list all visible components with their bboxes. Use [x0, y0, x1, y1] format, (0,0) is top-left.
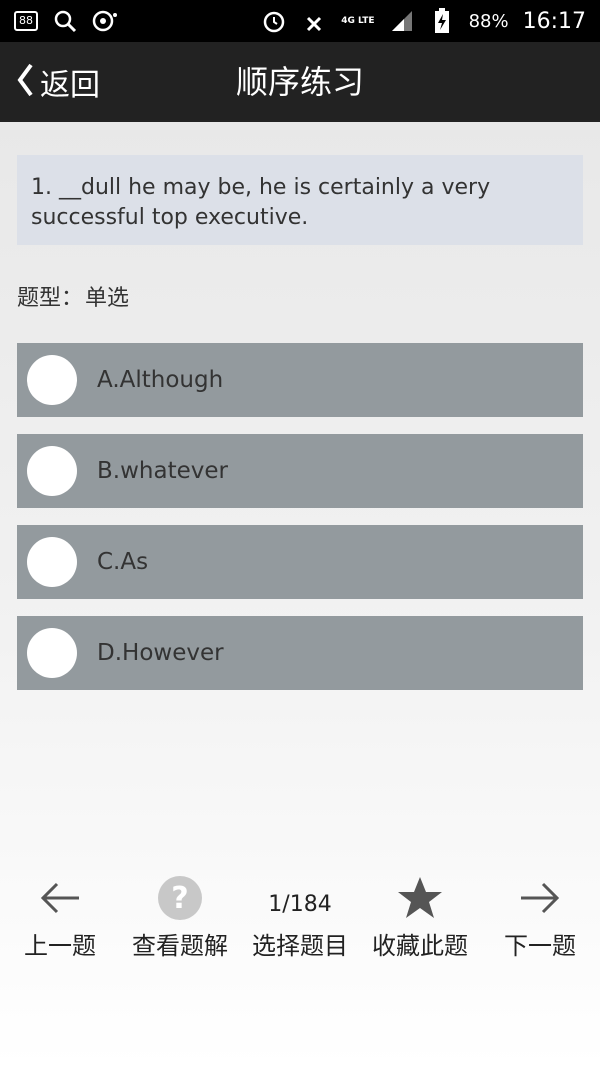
- question-type-label: 题型：: [17, 286, 84, 311]
- prev-question-button[interactable]: 上一题: [0, 870, 120, 970]
- favorite-question-button[interactable]: 收藏此题: [360, 870, 480, 970]
- favorite-question-label: 收藏此题: [372, 932, 468, 960]
- notification-badge: 88: [14, 11, 38, 31]
- svg-text:?: ?: [171, 881, 188, 916]
- option-d[interactable]: D.However: [17, 616, 583, 690]
- alarm-icon: [261, 8, 287, 34]
- search-notification-icon: [52, 8, 78, 34]
- view-explanation-label: 查看题解: [132, 932, 228, 960]
- arrow-left-icon: [39, 870, 81, 926]
- battery-icon: [429, 8, 455, 34]
- radio-button[interactable]: [27, 537, 77, 587]
- radio-button[interactable]: [27, 355, 77, 405]
- prev-question-label: 上一题: [24, 932, 96, 960]
- bottom-nav: 上一题 ? 查看题解 1/184 选择题目 收藏此题 下一题: [0, 870, 600, 970]
- option-c[interactable]: C.As: [17, 525, 583, 599]
- question-mark-icon: ?: [157, 870, 203, 926]
- next-question-button[interactable]: 下一题: [480, 870, 600, 970]
- signal-strength-icon: [389, 8, 415, 34]
- option-label: D.However: [97, 640, 224, 666]
- question-type-value: 单选: [85, 286, 130, 311]
- status-left: 88: [14, 8, 118, 34]
- chevron-left-icon: [16, 63, 34, 101]
- radio-button[interactable]: [27, 446, 77, 496]
- option-a[interactable]: A.Although: [17, 343, 583, 417]
- radio-button[interactable]: [27, 628, 77, 678]
- option-label: B.whatever: [97, 458, 228, 484]
- battery-percent: 88%: [468, 10, 509, 32]
- arrow-right-icon: [519, 870, 561, 926]
- option-label: C.As: [97, 549, 149, 575]
- view-explanation-button[interactable]: ? 查看题解: [120, 870, 240, 970]
- select-question-button[interactable]: 1/184 选择题目: [240, 870, 360, 970]
- back-button[interactable]: 返回: [16, 42, 100, 122]
- title-bar: 返回 顺序练习: [0, 42, 600, 122]
- back-label: 返回: [40, 68, 100, 103]
- next-question-label: 下一题: [504, 932, 576, 960]
- select-question-label: 选择题目: [252, 932, 348, 960]
- status-bar: 88 4G LTE 88% 16:17: [0, 0, 600, 42]
- status-right: 4G LTE 88% 16:17: [261, 8, 586, 34]
- clock-time: 16:17: [522, 8, 586, 34]
- music-notification-icon: [92, 8, 118, 34]
- network-type-indicator: 4G LTE: [341, 16, 375, 26]
- question-type: 题型：单选: [17, 280, 131, 312]
- star-icon: [397, 870, 443, 926]
- no-signal-sim-icon: [301, 8, 327, 34]
- question-counter: 1/184: [268, 892, 332, 917]
- option-b[interactable]: B.whatever: [17, 434, 583, 508]
- question-text: 1. __dull he may be, he is certainly a v…: [17, 155, 583, 245]
- option-label: A.Although: [97, 367, 224, 393]
